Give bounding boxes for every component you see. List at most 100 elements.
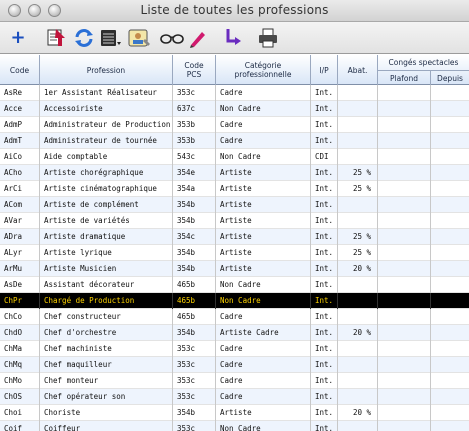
cell-pcs: 354e	[173, 165, 216, 181]
import-button[interactable]	[44, 26, 68, 50]
table-row[interactable]: ChMq Chef maquilleur 353c Cadre Int.	[0, 357, 469, 373]
window-titlebar: Liste de toutes les professions	[0, 0, 469, 22]
cell-categorie: Cadre	[216, 341, 311, 357]
cell-ip: CDI	[311, 149, 338, 165]
cell-profession: Chef maquilleur	[40, 357, 173, 373]
id-card-icon	[128, 29, 150, 47]
column-header-pcs[interactable]: Code PCS	[173, 55, 216, 85]
cell-abat	[338, 373, 378, 389]
cell-abat	[338, 85, 378, 101]
table-row[interactable]: ArMu Artiste Musicien 354b Artiste Int. 20 %	[0, 261, 469, 277]
cell-categorie: Cadre	[216, 85, 311, 101]
cell-code: AdmT	[0, 133, 40, 149]
column-header-abat[interactable]: Abat.	[338, 55, 378, 85]
cell-ip: Int.	[311, 293, 338, 309]
table-row[interactable]: AdmT Administrateur de tournée 353b Cadre In…	[0, 133, 469, 149]
table-row-selected[interactable]: ChPr Chargé de Production 465b Non Cadre Int…	[0, 293, 469, 309]
cell-plafond	[378, 229, 431, 245]
column-header-profession[interactable]: Profession	[40, 55, 173, 85]
cell-abat	[338, 213, 378, 229]
table-row[interactable]: ChCo Chef constructeur 465b Cadre Int.	[0, 309, 469, 325]
cell-plafond	[378, 309, 431, 325]
add-button[interactable]: +	[6, 26, 30, 50]
cell-plafond	[378, 181, 431, 197]
list-options-button[interactable]	[98, 26, 122, 50]
cell-categorie: Non Cadre	[216, 101, 311, 117]
cell-pcs: 353b	[173, 117, 216, 133]
table-row[interactable]: ChMa Chef machiniste 353c Cadre Int.	[0, 341, 469, 357]
cell-categorie: Non Cadre	[216, 149, 311, 165]
table-row[interactable]: ACom Artiste de complément 354b Artiste Int.	[0, 197, 469, 213]
edit-button[interactable]	[186, 26, 208, 50]
cell-ip: Int.	[311, 101, 338, 117]
profile-button[interactable]	[126, 26, 152, 50]
table-row[interactable]: ChdO Chef d'orchestre 354b Artiste Cadre Int…	[0, 325, 469, 341]
import-icon	[47, 29, 65, 46]
cell-code: ChOS	[0, 389, 40, 405]
print-button[interactable]	[256, 26, 280, 50]
cell-pcs: 353c	[173, 85, 216, 101]
cell-profession: Chef constructeur	[40, 309, 173, 325]
cell-plafond	[378, 421, 431, 431]
table-row[interactable]: AdmP Administrateur de Production 353b Cadr…	[0, 117, 469, 133]
table-row[interactable]: AiCo Aide comptable 543c Non Cadre CDI	[0, 149, 469, 165]
cell-ip: Int.	[311, 229, 338, 245]
table-row[interactable]: Coif Coiffeur 353c Non Cadre Int.	[0, 421, 469, 431]
cell-depuis	[431, 421, 469, 431]
cell-ip: Int.	[311, 133, 338, 149]
cell-profession: Artiste chorégraphique	[40, 165, 173, 181]
refresh-icon	[75, 29, 93, 47]
column-header-categorie[interactable]: Catégorie professionnelle	[216, 55, 311, 85]
cell-categorie: Artiste	[216, 181, 311, 197]
export-button[interactable]	[222, 26, 244, 50]
table-row[interactable]: ChOS Chef opérateur son 353c Cadre Int.	[0, 389, 469, 405]
cell-pcs: 354b	[173, 245, 216, 261]
cell-categorie: Artiste	[216, 245, 311, 261]
column-header-ip[interactable]: I/P	[311, 55, 338, 85]
printer-icon	[259, 28, 277, 48]
cell-depuis	[431, 101, 469, 117]
table-row[interactable]: Choi Choriste 354b Artiste Int. 20 %	[0, 405, 469, 421]
table-row[interactable]: AsDe Assistant décorateur 465b Non Cadre Int…	[0, 277, 469, 293]
cell-plafond	[378, 197, 431, 213]
cell-plafond	[378, 165, 431, 181]
table-row[interactable]: ArCi Artiste cinématographique 354a Artiste…	[0, 181, 469, 197]
cell-plafond	[378, 213, 431, 229]
cell-ip: Int.	[311, 245, 338, 261]
cell-profession: Artiste lyrique	[40, 245, 173, 261]
cell-abat: 20 %	[338, 325, 378, 341]
table-header: Code Profession Code PCS Catégorie profe…	[0, 55, 469, 85]
column-header-plafond[interactable]: Plafond	[378, 70, 431, 85]
column-header-code[interactable]: Code	[0, 55, 40, 85]
table-row[interactable]: ACho Artiste chorégraphique 354e Artiste Int…	[0, 165, 469, 181]
table-row[interactable]: AsRe 1er Assistant Réalisateur 353c Cadre In…	[0, 85, 469, 101]
column-header-depuis[interactable]: Depuis	[431, 70, 469, 85]
glasses-icon	[160, 34, 184, 44]
table-row[interactable]: ChMo Chef monteur 353c Cadre Int.	[0, 373, 469, 389]
table-row[interactable]: ALyr Artiste lyrique 354b Artiste Int. 25 %	[0, 245, 469, 261]
cell-depuis	[431, 165, 469, 181]
cell-depuis	[431, 341, 469, 357]
cell-pcs: 353c	[173, 389, 216, 405]
cell-depuis	[431, 213, 469, 229]
cell-profession: Chef d'orchestre	[40, 325, 173, 341]
cell-pcs: 353c	[173, 357, 216, 373]
cell-plafond	[378, 245, 431, 261]
cell-categorie: Artiste	[216, 229, 311, 245]
cell-abat	[338, 389, 378, 405]
cell-categorie: Artiste	[216, 197, 311, 213]
window-title: Liste de toutes les professions	[140, 3, 329, 17]
cell-abat	[338, 309, 378, 325]
cell-depuis	[431, 373, 469, 389]
table-row[interactable]: ADra Artiste dramatique 354c Artiste Int. 25 …	[0, 229, 469, 245]
table-row[interactable]: Acce Accessoiriste 637c Non Cadre Int.	[0, 101, 469, 117]
cell-pcs: 354b	[173, 325, 216, 341]
cell-profession: Coiffeur	[40, 421, 173, 431]
cell-categorie: Cadre	[216, 373, 311, 389]
view-button[interactable]	[160, 26, 184, 50]
cell-ip: Int.	[311, 277, 338, 293]
cell-code: ChMa	[0, 341, 40, 357]
table-row[interactable]: AVar Artiste de variétés 354b Artiste Int.	[0, 213, 469, 229]
cell-plafond	[378, 373, 431, 389]
refresh-button[interactable]	[72, 26, 96, 50]
